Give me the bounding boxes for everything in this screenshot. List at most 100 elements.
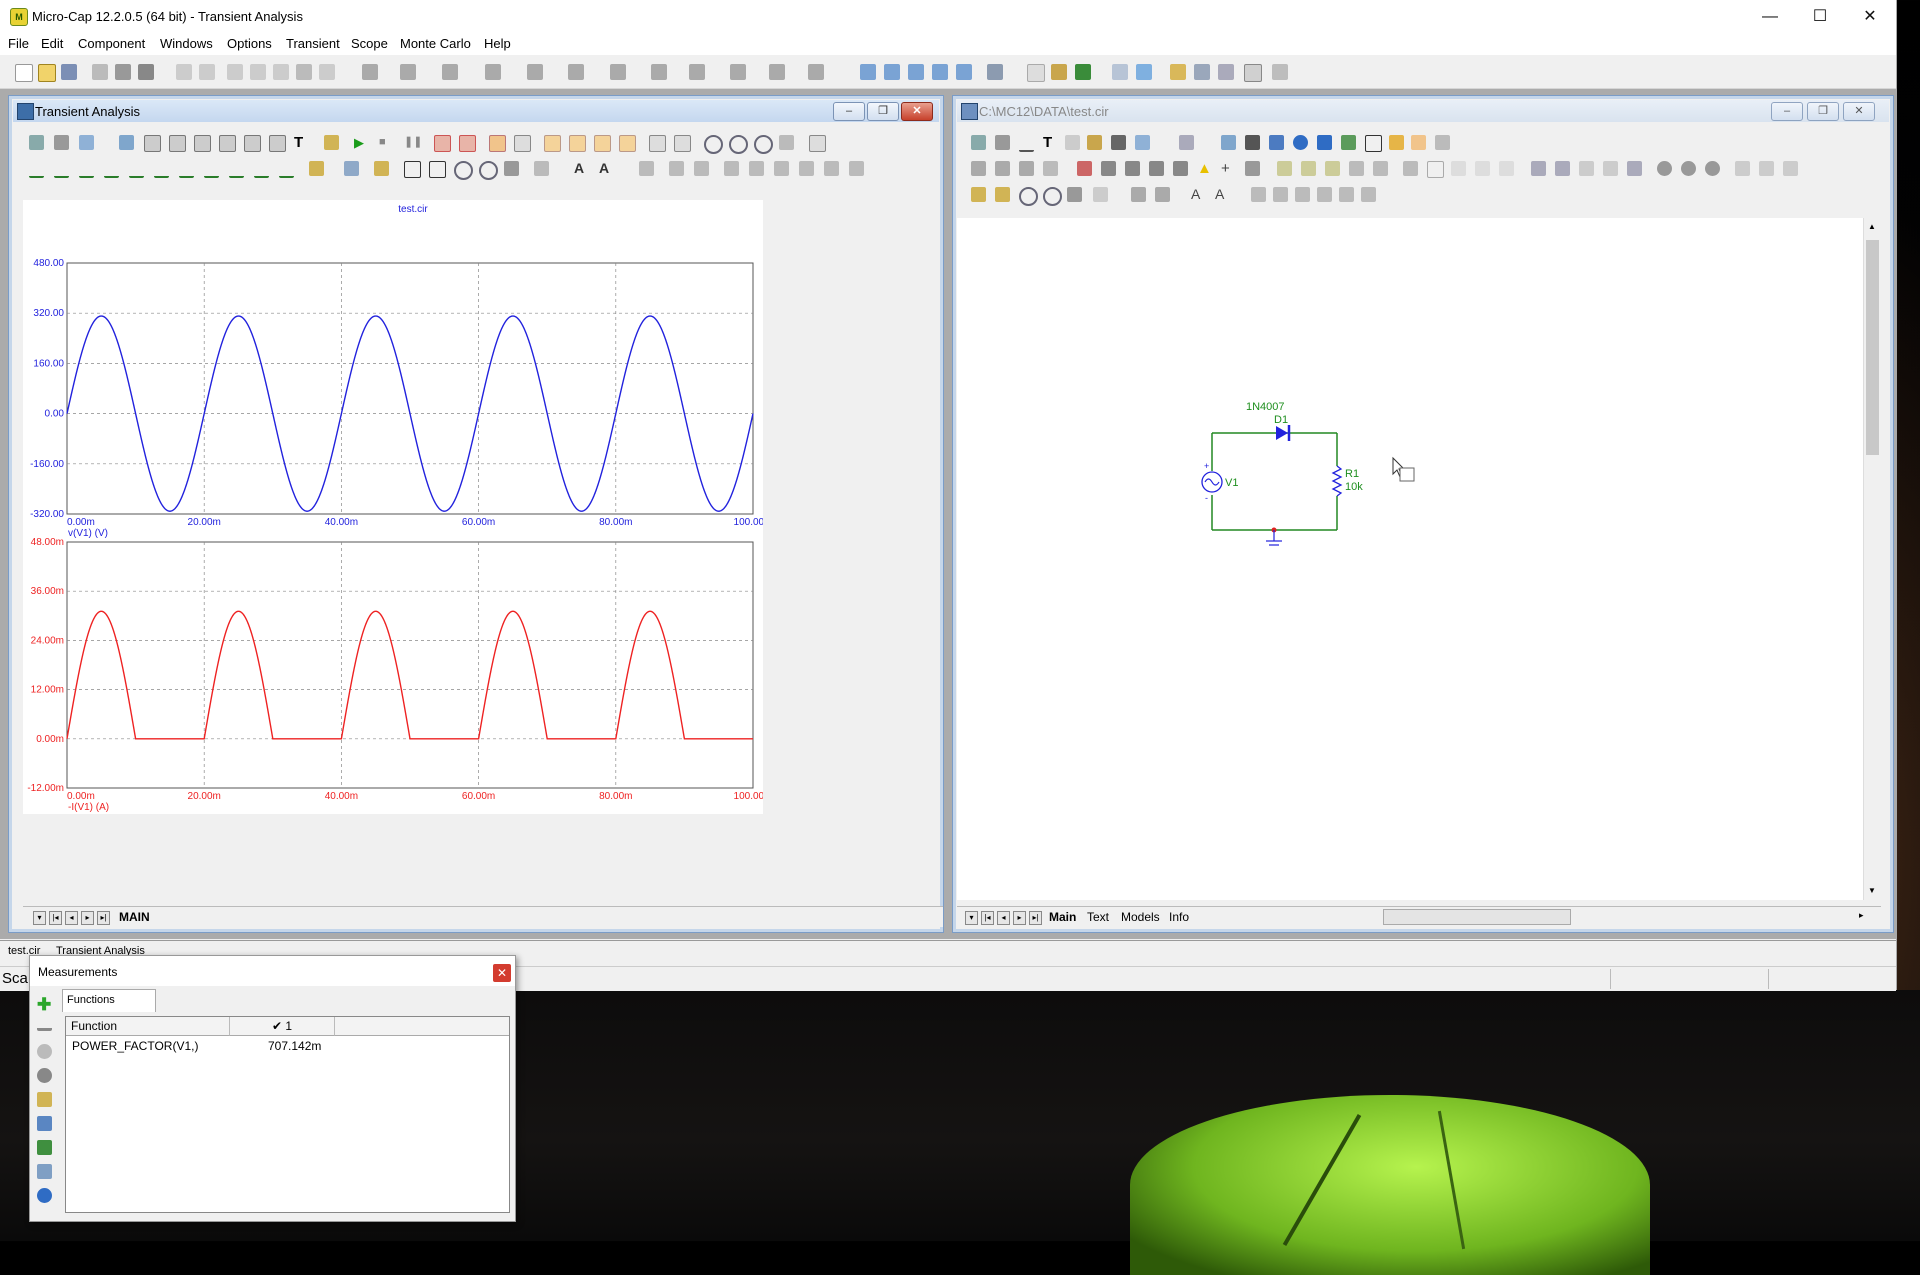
cancel-icon[interactable] <box>37 1068 52 1083</box>
select-arrow-icon[interactable] <box>971 135 986 150</box>
save-icon[interactable] <box>61 64 77 80</box>
menu-file[interactable]: File <box>8 36 29 51</box>
horizontal-tag-icon[interactable] <box>244 135 261 152</box>
help-icon[interactable] <box>1317 135 1332 150</box>
same-y-scales-icon[interactable] <box>344 161 359 176</box>
box-zoom-icon[interactable] <box>119 135 134 150</box>
cursor-next-icon[interactable] <box>229 161 244 178</box>
cut-icon[interactable] <box>227 64 243 80</box>
zoom-in-icon[interactable] <box>729 135 748 154</box>
copy-icon[interactable] <box>250 64 266 80</box>
grid-icon[interactable] <box>1179 135 1194 150</box>
next-page-icon[interactable]: ▸ <box>81 911 94 925</box>
pen-icon[interactable] <box>1065 135 1080 150</box>
layers-icon[interactable] <box>1735 161 1750 176</box>
switch-component-icon[interactable] <box>730 64 746 80</box>
tools-icon[interactable] <box>1218 64 1234 80</box>
minimize-button[interactable]: — <box>1747 5 1793 29</box>
cursor-mode-icon[interactable] <box>144 135 161 152</box>
clipboard-icon[interactable] <box>1783 161 1798 176</box>
style-icon[interactable] <box>1093 187 1108 202</box>
measurement-function-cell[interactable]: POWER_FACTOR(V1,) <box>72 1039 198 1053</box>
split-icon[interactable] <box>649 135 666 152</box>
help-icon[interactable] <box>37 1188 52 1203</box>
flip-icon[interactable] <box>1077 161 1092 176</box>
tile-windows-icon[interactable] <box>932 64 948 80</box>
font-icon[interactable]: A <box>1191 187 1206 202</box>
grid-dots-icon[interactable] <box>1245 161 1260 176</box>
align-icon[interactable] <box>639 161 654 176</box>
stop-icon[interactable]: ■ <box>379 135 394 150</box>
menu-options[interactable]: Options <box>227 36 272 51</box>
find-icon[interactable] <box>1112 64 1128 80</box>
wire-icon[interactable] <box>1019 135 1034 152</box>
align-center-icon[interactable] <box>749 161 764 176</box>
menu-transient[interactable]: Transient <box>286 36 340 51</box>
bus-icon[interactable] <box>1111 135 1126 150</box>
scroll-first-icon[interactable]: ▾ <box>965 911 978 925</box>
select-arrow-icon[interactable] <box>29 135 44 150</box>
flag-icon[interactable] <box>1269 135 1284 150</box>
pan-icon[interactable] <box>54 135 69 150</box>
box-icon[interactable] <box>1403 161 1418 176</box>
menu-edit[interactable]: Edit <box>41 36 63 51</box>
inductor-component-icon[interactable] <box>485 64 501 80</box>
pin-connection-icon[interactable] <box>1149 161 1164 176</box>
diode-symbol[interactable] <box>1276 425 1291 441</box>
pan-icon[interactable] <box>995 135 1010 150</box>
horizontal-scrollbar[interactable] <box>1383 909 1571 925</box>
prev-page-icon[interactable]: ◂ <box>997 911 1010 925</box>
cursor-valley-icon[interactable] <box>54 161 69 178</box>
info-icon[interactable] <box>1293 135 1308 150</box>
wire-mode-icon[interactable] <box>1087 135 1102 150</box>
schematic-close-button[interactable]: ✕ <box>1843 102 1875 121</box>
tile-horizontal-icon[interactable] <box>908 64 924 80</box>
tab-models[interactable]: Models <box>1121 910 1160 924</box>
pan-icon[interactable] <box>504 161 519 176</box>
schematic-canvas[interactable]: 1N4007 D1 + - V1 R1 10k <box>957 218 1863 900</box>
page2-icon[interactable] <box>1325 161 1340 176</box>
tab-functions[interactable]: Functions <box>62 989 156 1012</box>
transistor-component-icon[interactable] <box>568 64 584 80</box>
scroll-first-icon[interactable]: ▾ <box>33 911 46 925</box>
tab-main[interactable]: Main <box>1049 910 1076 924</box>
plot-layout-icon[interactable] <box>594 135 611 152</box>
scale-icon[interactable] <box>79 135 94 150</box>
shape2-icon[interactable] <box>1475 161 1490 176</box>
zoom-out-icon[interactable] <box>1043 187 1062 206</box>
graphics-icon[interactable] <box>324 135 339 150</box>
ground-component-icon[interactable] <box>362 64 378 80</box>
grid-icon[interactable] <box>514 135 531 152</box>
crosshair-icon[interactable]: + <box>1221 161 1236 176</box>
restore-limits-icon[interactable] <box>429 161 446 178</box>
battery-component-icon[interactable] <box>610 64 626 80</box>
scroll-right-icon[interactable]: ▸ <box>1859 910 1864 921</box>
scroll-thumb[interactable] <box>1866 240 1879 455</box>
globe-icon[interactable] <box>1075 64 1091 80</box>
scale-y-icon[interactable] <box>194 135 211 152</box>
auto-scale-icon[interactable] <box>404 161 421 178</box>
run-icon[interactable]: ▶ <box>354 135 369 150</box>
font-size-icon[interactable]: A <box>599 161 614 176</box>
copy-icon[interactable] <box>1131 187 1146 202</box>
shape-icon[interactable] <box>1451 161 1466 176</box>
pause-icon[interactable]: ❚❚ <box>404 135 422 150</box>
baseline-icon[interactable] <box>849 161 864 176</box>
menu-windows[interactable]: Windows <box>160 36 213 51</box>
last-page-icon[interactable]: ▸| <box>97 911 110 925</box>
vertical-tag-icon[interactable] <box>269 135 286 152</box>
gate-component-icon[interactable] <box>651 64 667 80</box>
region-select-icon[interactable] <box>1373 161 1388 176</box>
cursor-point-icon[interactable] <box>279 161 294 178</box>
page-icon[interactable] <box>1027 64 1045 82</box>
component-library-icon[interactable] <box>1051 64 1067 80</box>
menu-help[interactable]: Help <box>484 36 511 51</box>
book-icon[interactable] <box>1277 161 1292 176</box>
package-icon[interactable] <box>1170 64 1186 80</box>
transient-minimize-button[interactable]: – <box>833 102 865 121</box>
cursor-peak-icon[interactable] <box>29 161 44 178</box>
distribute-icon[interactable] <box>1339 187 1354 202</box>
grid-style-icon[interactable] <box>1155 187 1170 202</box>
close-button[interactable]: ✕ <box>1847 5 1893 29</box>
export-icon[interactable] <box>37 1140 52 1155</box>
